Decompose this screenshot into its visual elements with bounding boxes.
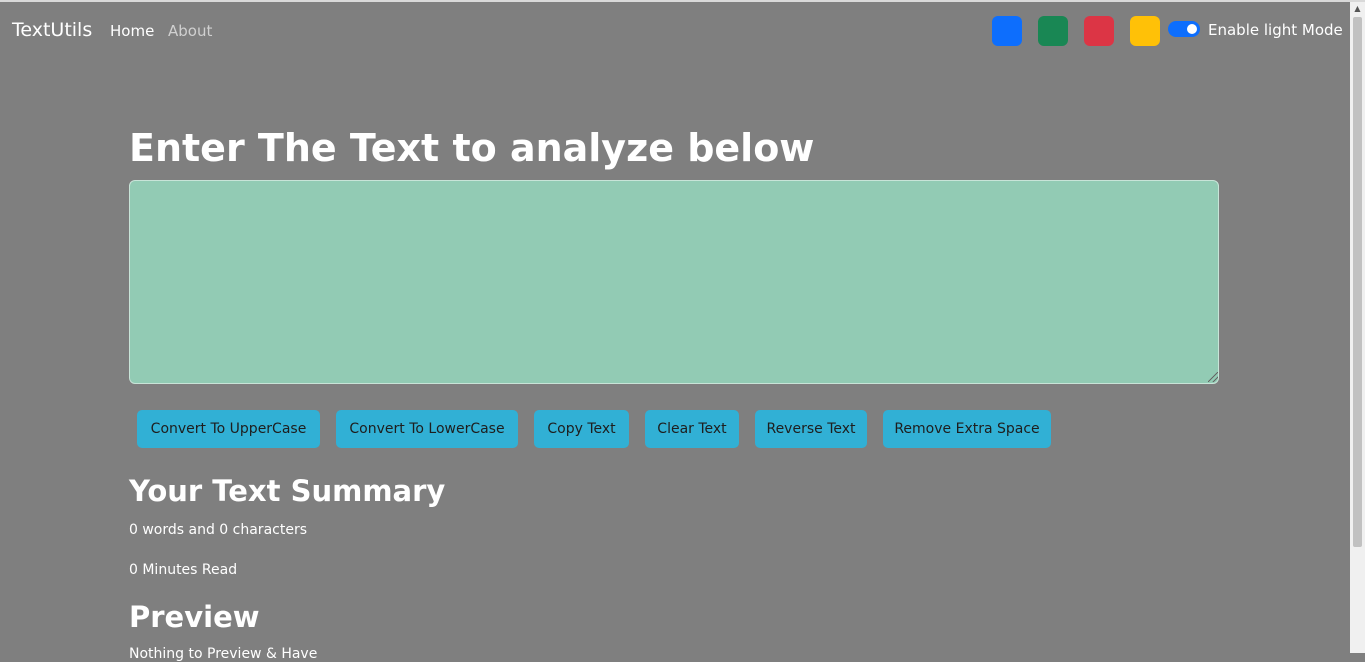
theme-swatch-red[interactable] <box>1084 16 1114 46</box>
preview-heading: Preview <box>129 600 260 634</box>
summary-heading: Your Text Summary <box>129 474 446 508</box>
nav-link-about[interactable]: About <box>168 22 212 40</box>
word-char-count: 0 words and 0 characters <box>129 522 307 538</box>
minutes-read: 0 Minutes Read <box>129 562 238 578</box>
page-title: Enter The Text to analyze below <box>129 126 815 170</box>
theme-swatch-blue[interactable] <box>992 16 1022 46</box>
preview-text: Nothing to Preview & Have <box>129 646 318 662</box>
theme-swatch-green[interactable] <box>1038 16 1068 46</box>
scroll-up-arrow-icon[interactable]: ▲ <box>1350 2 1365 16</box>
clear-text-button[interactable]: Clear Text <box>645 410 739 448</box>
scroll-thumb[interactable] <box>1353 17 1362 547</box>
reverse-text-button[interactable]: Reverse Text <box>755 410 867 448</box>
light-mode-toggle-label[interactable]: Enable light Mode <box>1208 21 1343 39</box>
page-scrollbar[interactable]: ▲ <box>1350 2 1365 653</box>
convert-lowercase-button[interactable]: Convert To LowerCase <box>336 410 518 448</box>
text-input[interactable] <box>129 180 1219 384</box>
convert-uppercase-button[interactable]: Convert To UpperCase <box>137 410 320 448</box>
navbar: TextUtils Home About Enable light Mode <box>0 2 1350 58</box>
light-mode-toggle[interactable] <box>1168 21 1200 37</box>
copy-text-button[interactable]: Copy Text <box>534 410 629 448</box>
toggle-knob <box>1187 24 1197 34</box>
textarea-resize-handle[interactable] <box>1208 372 1218 382</box>
theme-swatch-yellow[interactable] <box>1130 16 1160 46</box>
remove-extra-space-button[interactable]: Remove Extra Space <box>883 410 1051 448</box>
nav-link-home[interactable]: Home <box>110 22 154 40</box>
brand-logo[interactable]: TextUtils <box>12 19 92 41</box>
